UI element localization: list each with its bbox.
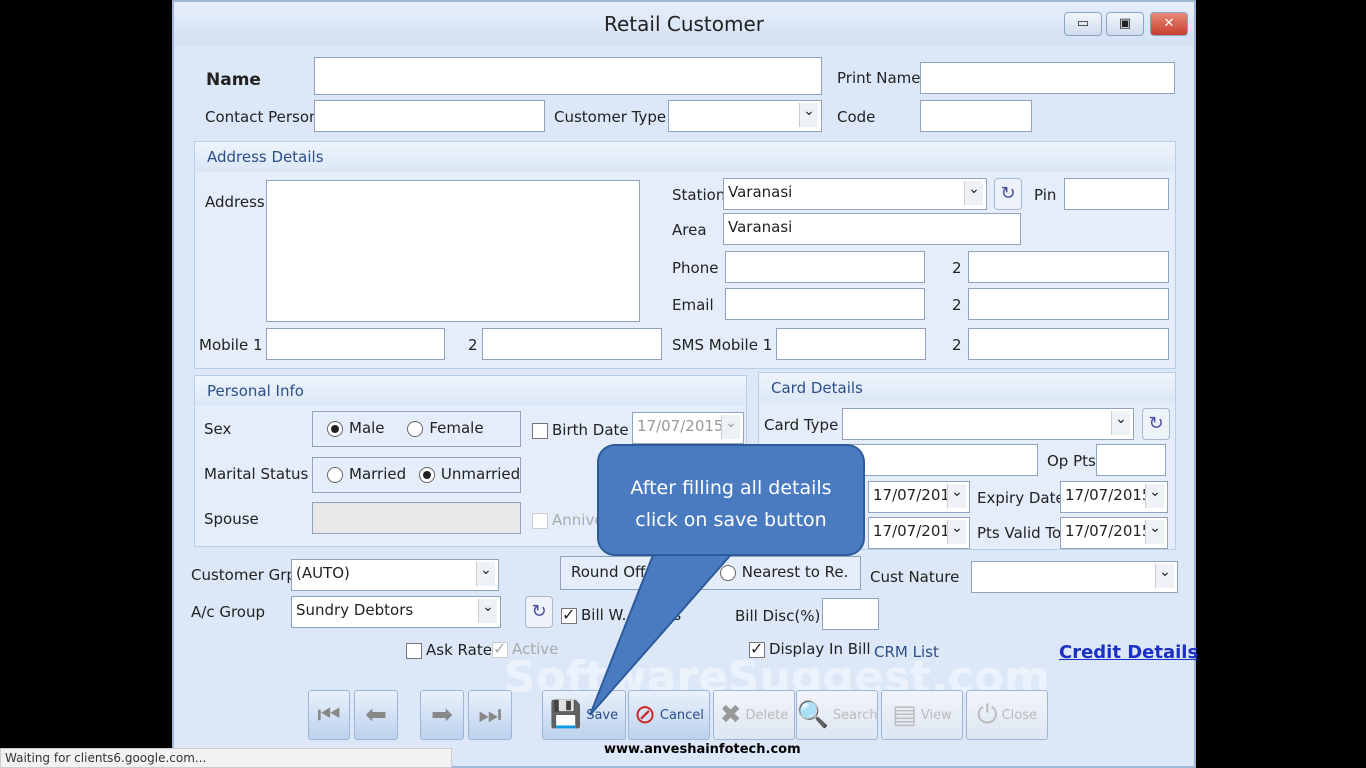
cust-nature-select[interactable] xyxy=(971,561,1178,593)
area-input[interactable]: Varanasi xyxy=(723,213,1021,245)
previous-record-button[interactable]: ⬅ xyxy=(354,690,398,740)
personal-info-header: Personal Info xyxy=(195,376,746,406)
callout-line-1: After filling all details xyxy=(630,477,832,499)
sex-label: Sex xyxy=(204,420,232,438)
phone2-label: 2 xyxy=(952,259,962,277)
next-record-button[interactable]: ➡ xyxy=(420,690,464,740)
pin-input[interactable] xyxy=(1064,178,1169,210)
previous-arrow-icon: ⬅ xyxy=(365,700,387,730)
card-details-header: Card Details xyxy=(759,373,1175,403)
close-button[interactable]: ✕ xyxy=(1150,12,1188,36)
sms-mobile1-label: SMS Mobile 1 xyxy=(672,336,773,354)
sms-mobile1-input[interactable] xyxy=(776,328,926,360)
married-radio[interactable]: Married xyxy=(327,465,406,483)
pts-valid-to-picker[interactable]: 17/07/2015 xyxy=(1060,517,1168,549)
window-title: Retail Customer xyxy=(603,12,765,36)
first-icon: ⏮ xyxy=(317,699,341,730)
female-radio[interactable]: Female xyxy=(407,419,484,437)
email-input[interactable] xyxy=(725,288,925,320)
sms-mobile2-input[interactable] xyxy=(968,328,1169,360)
next-arrow-icon: ➡ xyxy=(431,700,453,730)
phone-input[interactable] xyxy=(725,251,925,283)
website-text: www.anveshainfotech.com xyxy=(604,742,801,757)
customer-grp-select[interactable]: (AUTO) xyxy=(291,559,499,591)
ac-group-select[interactable]: Sundry Debtors xyxy=(291,596,501,628)
spouse-input[interactable] xyxy=(312,502,521,534)
customer-grp-label: Customer Grp xyxy=(191,566,296,584)
mobile2-label: 2 xyxy=(468,336,478,354)
op-pts-label: Op Pts xyxy=(1047,452,1096,470)
unmarried-radio[interactable]: Unmarried xyxy=(418,465,520,483)
card-type-label: Card Type xyxy=(764,416,839,434)
mobile1-input[interactable] xyxy=(266,328,445,360)
instruction-callout: After filling all details click on save … xyxy=(597,444,865,556)
station-select[interactable]: Varanasi xyxy=(723,178,987,210)
phone2-input[interactable] xyxy=(968,251,1169,283)
address-details-header: Address Details xyxy=(195,142,1175,172)
email2-input[interactable] xyxy=(968,288,1169,320)
email-label: Email xyxy=(672,296,714,314)
issue-date-picker[interactable]: 17/07/2015 xyxy=(868,481,970,513)
browser-status-bar: Waiting for clients6.google.com... xyxy=(0,748,452,768)
pts-valid-to-label: Pts Valid To xyxy=(977,524,1062,542)
maximize-button[interactable]: ▣ xyxy=(1106,12,1144,36)
name-label: Name xyxy=(206,70,261,90)
expiry-date-picker[interactable]: 17/07/2015 xyxy=(1060,481,1168,513)
ac-group-refresh-icon[interactable]: ↻ xyxy=(525,596,553,628)
close-form-button[interactable]: ⏻ Close xyxy=(966,690,1048,740)
pin-label: Pin xyxy=(1034,186,1057,204)
station-label: Station xyxy=(672,186,726,204)
customer-type-label: Customer Type xyxy=(554,108,667,126)
last-record-button[interactable]: ⏭ xyxy=(468,690,512,740)
title-bar: Retail Customer ▭ ▣ ✕ xyxy=(174,2,1194,46)
marital-radio-group: Married Unmarried xyxy=(312,457,521,493)
sex-radio-group: Male Female xyxy=(312,411,521,447)
marital-status-label: Marital Status xyxy=(204,465,309,483)
view-button[interactable]: ▤ View xyxy=(881,690,963,740)
expiry-date-label: Expiry Date xyxy=(977,489,1065,507)
contact-person-label: Contact Person xyxy=(205,108,319,126)
code-input[interactable] xyxy=(920,100,1032,132)
customer-type-select[interactable] xyxy=(668,100,822,132)
cust-nature-label: Cust Nature xyxy=(870,568,960,586)
minimize-button[interactable]: ▭ xyxy=(1064,12,1102,36)
first-record-button[interactable]: ⏮ xyxy=(308,690,350,740)
card-type-select[interactable] xyxy=(842,408,1134,440)
birth-date-checkbox[interactable]: Birth Date xyxy=(532,421,629,439)
email2-label: 2 xyxy=(952,296,962,314)
credit-details-link[interactable]: Credit Details xyxy=(1059,642,1198,663)
card-type-refresh-icon[interactable]: ↻ xyxy=(1142,408,1170,440)
print-name-input[interactable] xyxy=(920,62,1175,94)
phone-label: Phone xyxy=(672,259,719,277)
callout-line-2: click on save button xyxy=(635,509,827,531)
spouse-label: Spouse xyxy=(204,510,259,528)
print-name-label: Print Name xyxy=(837,69,921,87)
code-label: Code xyxy=(837,108,876,126)
power-icon: ⏻ xyxy=(977,699,998,730)
floppy-disk-icon: 💾 xyxy=(549,700,583,730)
op-pts-input[interactable] xyxy=(1096,444,1166,476)
station-refresh-icon[interactable]: ↻ xyxy=(994,178,1022,210)
address-textarea[interactable] xyxy=(266,180,640,322)
name-input[interactable] xyxy=(314,57,822,95)
mobile2-input[interactable] xyxy=(482,328,662,360)
address-label: Address xyxy=(205,193,265,211)
pts-from-date-picker[interactable]: 17/07/2015 xyxy=(868,517,970,549)
ac-group-label: A/c Group xyxy=(191,603,265,621)
male-radio[interactable]: Male xyxy=(327,419,385,437)
card-number-input[interactable] xyxy=(842,444,1038,476)
ask-rate-checkbox[interactable]: Ask Rate xyxy=(406,641,492,659)
last-icon: ⏭ xyxy=(478,699,502,730)
contact-person-input[interactable] xyxy=(314,100,545,132)
mobile1-label: Mobile 1 xyxy=(199,336,263,354)
report-icon: ▤ xyxy=(892,700,917,730)
sms-mobile2-label: 2 xyxy=(952,336,962,354)
area-label: Area xyxy=(672,221,707,239)
